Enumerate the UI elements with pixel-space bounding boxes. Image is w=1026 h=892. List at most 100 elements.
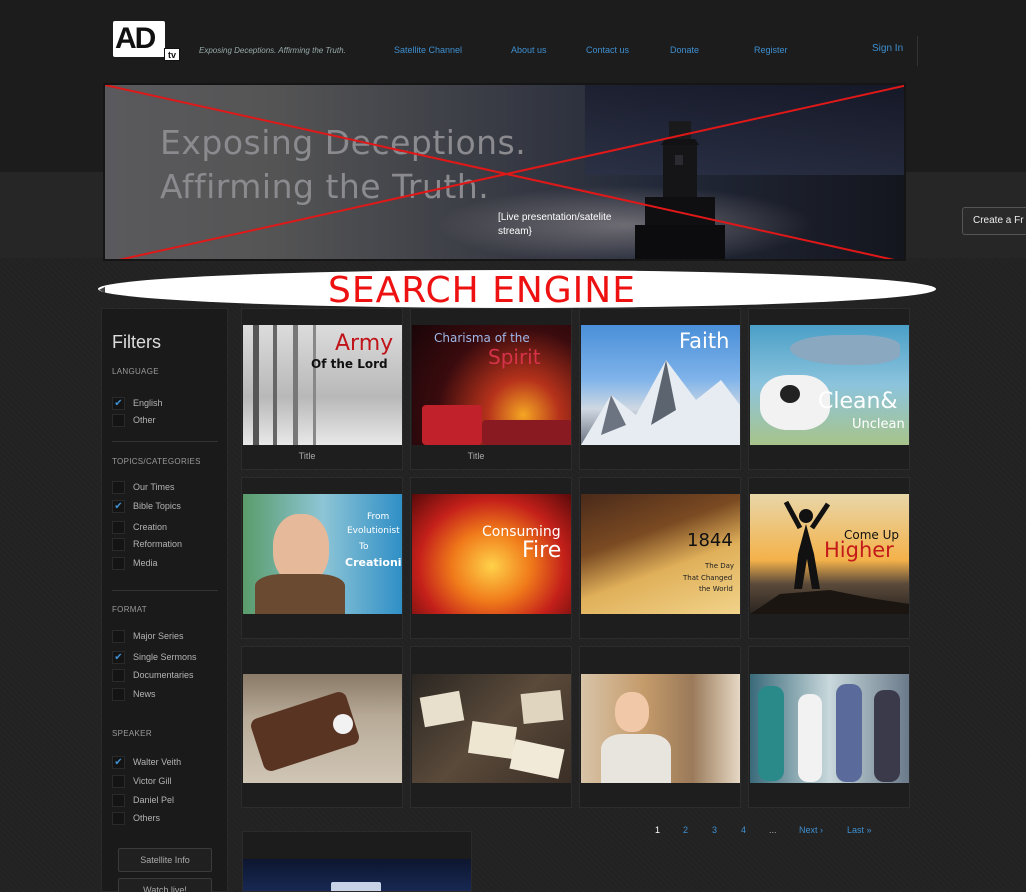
watch-live-button[interactable]: Watch live! <box>118 878 212 892</box>
checkbox[interactable] <box>112 793 125 807</box>
video-card[interactable]: Consuming Fire <box>410 477 572 639</box>
video-thumbnail[interactable]: Charisma of the Spirit <box>412 325 571 445</box>
video-thumbnail[interactable] <box>750 674 909 783</box>
filter-option[interactable]: ✔ Bible Topics <box>112 499 181 513</box>
video-card[interactable] <box>241 646 403 808</box>
thumb-title: From <box>367 512 390 522</box>
featured-video-card[interactable] <box>242 831 472 892</box>
site-tagline: Exposing Deceptions. Affirming the Truth… <box>199 46 346 55</box>
satellite-info-button[interactable]: Satellite Info <box>118 848 212 872</box>
nav-contact-us[interactable]: Contact us <box>586 45 629 55</box>
thumb-title: Faith <box>679 329 730 353</box>
filter-option[interactable]: Creation <box>112 520 167 534</box>
nav-satellite-channel[interactable]: Satellite Channel <box>394 45 462 55</box>
checkbox[interactable] <box>112 556 125 570</box>
option-label: Media <box>133 558 158 568</box>
checkbox[interactable] <box>112 480 125 494</box>
arrow-left-icon: ◂ <box>99 282 106 296</box>
filter-option[interactable]: ✔ Walter Veith <box>112 755 181 769</box>
checkbox[interactable] <box>112 811 125 825</box>
site-logo[interactable]: AD tv <box>113 21 180 61</box>
topics-heading: TOPICS/CATEGORIES <box>112 457 201 466</box>
nav-register[interactable]: Register <box>754 45 788 55</box>
video-thumbnail[interactable]: From Evolutionist To Creationist <box>243 494 402 614</box>
filters-title: Filters <box>112 332 161 352</box>
video-thumbnail[interactable]: 1844 The Day That Changed the World <box>581 494 740 614</box>
create-tab[interactable]: Create a Fr <box>962 207 1026 235</box>
video-card[interactable] <box>579 646 741 808</box>
checkbox[interactable]: ✔ <box>112 396 125 410</box>
page-link-2[interactable]: 2 <box>683 825 688 835</box>
option-label: Walter Veith <box>133 757 182 767</box>
video-card[interactable]: Charisma of the Spirit Title <box>410 308 572 470</box>
checkbox[interactable]: ✔ <box>112 499 125 513</box>
video-card[interactable]: Faith <box>579 308 741 470</box>
thumb-subtitle: The Day <box>705 562 735 570</box>
option-label: Victor Gill <box>133 776 172 786</box>
video-title[interactable]: Title <box>411 451 541 461</box>
checkbox[interactable]: ✔ <box>112 755 125 769</box>
thumb-title: 1844 <box>687 530 733 551</box>
filter-option[interactable]: Others <box>112 811 160 825</box>
thumb-title: Charisma of the <box>434 331 530 345</box>
checkbox[interactable] <box>112 687 125 701</box>
last-page-link[interactable]: Last » <box>847 825 872 835</box>
filter-option[interactable]: Other <box>112 413 156 427</box>
checkbox[interactable]: ✔ <box>112 650 125 664</box>
video-thumbnail[interactable]: Clean& Unclean <box>750 325 909 445</box>
checkbox[interactable] <box>112 629 125 643</box>
video-thumbnail[interactable]: Faith <box>581 325 740 445</box>
option-label: Reformation <box>133 539 183 549</box>
logo-text: AD <box>113 21 165 57</box>
video-card[interactable] <box>410 646 572 808</box>
option-label: Our Times <box>133 482 175 492</box>
filter-option[interactable]: ✔ Single Sermons <box>112 650 197 664</box>
filter-option[interactable]: Our Times <box>112 480 175 494</box>
video-thumbnail[interactable] <box>243 674 402 783</box>
option-label: Creation <box>133 522 168 532</box>
filter-option[interactable]: Victor Gill <box>112 774 171 788</box>
video-card[interactable]: Clean& Unclean <box>748 308 910 470</box>
video-thumbnail[interactable] <box>412 674 571 783</box>
checkbox[interactable] <box>112 774 125 788</box>
video-thumbnail[interactable]: Army Of the Lord <box>243 325 402 445</box>
logo-badge: tv <box>164 48 180 61</box>
nav-donate[interactable]: Donate <box>670 45 699 55</box>
thumb-subtitle: Fire <box>522 538 562 563</box>
video-card[interactable] <box>748 646 910 808</box>
divider <box>112 441 218 442</box>
page-ellipsis: ... <box>769 825 777 835</box>
checkbox[interactable] <box>112 668 125 682</box>
checkbox[interactable] <box>112 413 125 427</box>
video-thumbnail[interactable]: Come Up Higher <box>750 494 909 614</box>
thumb-line4: Creationist <box>345 556 402 569</box>
filter-option[interactable]: Documentaries <box>112 668 194 682</box>
filter-option[interactable]: News <box>112 687 156 701</box>
video-card[interactable]: Army Of the Lord Title <box>241 308 403 470</box>
nav-about-us[interactable]: About us <box>511 45 547 55</box>
video-thumbnail[interactable] <box>581 674 740 783</box>
video-thumbnail[interactable]: Consuming Fire <box>412 494 571 614</box>
video-card[interactable]: 1844 The Day That Changed the World <box>579 477 741 639</box>
filter-option[interactable]: Major Series <box>112 629 184 643</box>
speaker-heading: SPEAKER <box>112 729 152 738</box>
option-label: Major Series <box>133 631 184 641</box>
video-card[interactable]: From Evolutionist To Creationist <box>241 477 403 639</box>
thumb-line4: the World <box>699 585 733 593</box>
checkbox[interactable] <box>112 520 125 534</box>
filter-option[interactable]: Daniel Pel <box>112 793 174 807</box>
sign-in-link[interactable]: Sign In <box>872 43 903 54</box>
filters-sidebar: Filters LANGUAGE ✔ English Other TOPICS/C… <box>101 308 228 892</box>
filter-option[interactable]: Media <box>112 556 158 570</box>
page-link-1[interactable]: 1 <box>655 825 660 835</box>
next-page-link[interactable]: Next › <box>799 825 823 835</box>
page-link-4[interactable]: 4 <box>741 825 746 835</box>
option-label: Single Sermons <box>133 652 197 662</box>
filter-option[interactable]: Reformation <box>112 537 182 551</box>
video-title[interactable]: Title <box>242 451 372 461</box>
thumb-line3: That Changed <box>683 574 733 582</box>
checkbox[interactable] <box>112 537 125 551</box>
video-card[interactable]: Come Up Higher <box>748 477 910 639</box>
page-link-3[interactable]: 3 <box>712 825 717 835</box>
filter-option[interactable]: ✔ English <box>112 396 163 410</box>
